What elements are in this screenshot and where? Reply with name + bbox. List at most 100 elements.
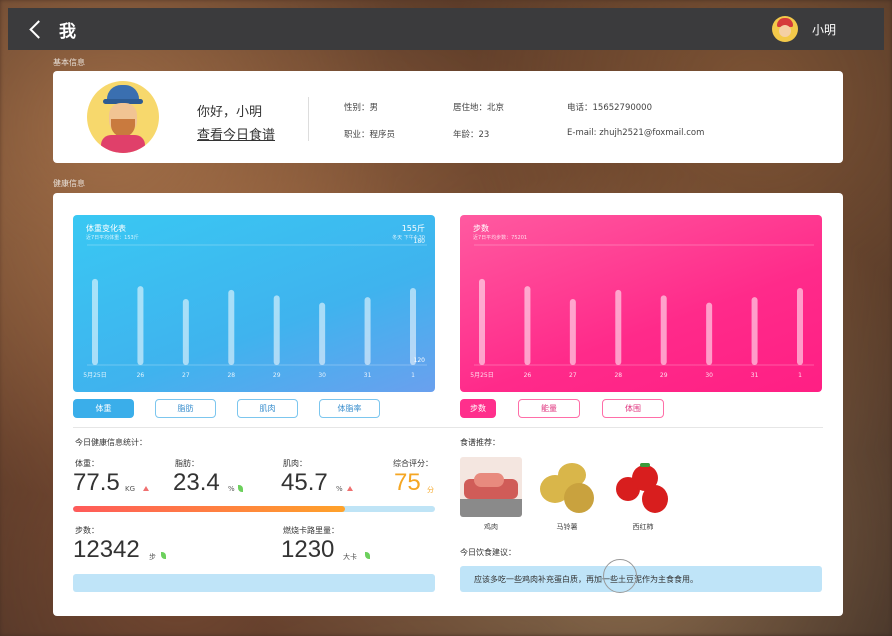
x-tick-label: 27	[182, 372, 190, 379]
username: 小明	[811, 22, 836, 37]
tab-energy[interactable]: 能量	[518, 399, 580, 418]
steps-chart: 步数 近7日平均步数：75201 5月25日 26 27 28 29 30 31 1	[460, 215, 822, 392]
weight-unit: KG	[125, 485, 136, 493]
calorie-label: 燃烧卡路里量：	[283, 526, 339, 535]
profile-card: 你好，小明 查看今日食谱 性别：男 职业：程序员 居住地：北京 年龄：23 电话…	[53, 71, 843, 163]
y-tick-label: 180	[414, 238, 426, 245]
x-tick-label: 1	[798, 372, 802, 379]
leaf-icon	[161, 552, 166, 559]
page-title: 我	[59, 21, 76, 42]
tab-muscle[interactable]: 肌肉	[237, 399, 298, 418]
food-item-chicken[interactable]: 鸡肉	[460, 457, 522, 532]
chart-bar	[615, 289, 622, 365]
tab-body-fat-rate[interactable]: 体脂率	[319, 399, 380, 418]
chart-bar	[137, 286, 144, 365]
tomato-image	[612, 457, 674, 517]
chart-bar	[569, 299, 576, 365]
section-label-basic: 基本信息	[53, 58, 85, 67]
phone: 电话：15652790000	[567, 103, 652, 113]
x-tick-label: 5月25日	[83, 372, 106, 379]
score-progress-bar	[73, 506, 435, 512]
recipe-heading: 食谱推荐：	[460, 438, 500, 447]
x-tick-label: 1	[411, 372, 415, 379]
x-tick-label: 29	[660, 372, 668, 379]
chart-bar	[92, 278, 98, 365]
tab-weight[interactable]: 体重	[73, 399, 134, 418]
avatar	[771, 16, 798, 42]
weight-value: 77.5	[73, 469, 120, 496]
calorie-value: 1230	[281, 536, 335, 563]
job: 职业：程序员	[344, 130, 396, 140]
food-item-potato[interactable]: 马铃薯	[536, 457, 598, 532]
cursor-indicator	[603, 559, 637, 593]
score-unit: 分	[427, 486, 434, 494]
x-tick-label: 31	[364, 372, 372, 379]
x-tick-label: 26	[137, 372, 145, 379]
weight-tabs: 体重 脂肪 肌肉 体脂率	[73, 399, 380, 418]
up-arrow-icon	[347, 486, 353, 491]
today-recipe-link[interactable]: 查看今日食谱	[197, 124, 275, 143]
chart-bar	[182, 299, 189, 365]
x-tick-label: 30	[318, 372, 326, 379]
muscle-unit: %	[336, 485, 343, 493]
stats-heading: 今日健康信息统计：	[75, 438, 147, 447]
tab-body-measure[interactable]: 体围	[602, 399, 664, 418]
steps-unit: 步	[149, 553, 156, 561]
residence: 居住地：北京	[453, 103, 505, 113]
user-menu[interactable]: 小明	[771, 16, 836, 42]
fat-value: 23.4	[173, 469, 220, 496]
chart-bar	[660, 295, 667, 365]
x-tick-label: 31	[751, 372, 759, 379]
advice-box: 应该多吃一些鸡肉补充蛋白质，再加一些土豆泥作为主食食用。	[460, 566, 822, 592]
tab-steps[interactable]: 步数	[460, 399, 496, 418]
fat-unit: %	[228, 485, 235, 493]
chart-bar	[410, 288, 416, 365]
chart-bar	[706, 302, 713, 365]
top-bar: 我 小明	[8, 8, 884, 50]
chicken-image	[460, 457, 522, 517]
x-tick-label: 26	[524, 372, 532, 379]
x-tick-label: 27	[569, 372, 577, 379]
calorie-unit: 大卡	[343, 553, 357, 561]
leaf-icon	[365, 552, 370, 559]
x-tick-label: 5月25日	[470, 372, 493, 379]
health-card: 体重变化表 近7日平均体重：153斤 155斤 冬天 下午4:30 5月25日 2…	[53, 193, 843, 616]
steps-tabs: 步数 能量 体围	[460, 399, 664, 418]
section-label-health: 健康信息	[53, 179, 85, 188]
muscle-label: 肌肉：	[283, 459, 307, 468]
steps-chart-plot: 5月25日 26 27 28 29 30 31 1	[470, 244, 814, 379]
y-tick-label: 120	[414, 357, 426, 364]
food-label: 马铃薯	[556, 523, 578, 531]
up-arrow-icon	[143, 486, 149, 491]
tab-fat[interactable]: 脂肪	[155, 399, 216, 418]
score-label: 综合评分：	[393, 459, 433, 468]
profile-avatar	[87, 81, 159, 153]
steps-value: 12342	[73, 536, 140, 563]
x-tick-label: 29	[273, 372, 281, 379]
chart-bar	[524, 286, 531, 365]
weight-label: 体重：	[75, 459, 99, 468]
food-label: 西红柿	[632, 523, 654, 531]
age: 年龄：23	[453, 130, 490, 140]
score-progress-fill	[73, 506, 345, 512]
chart-bar	[228, 289, 235, 365]
divider	[308, 97, 309, 141]
chart-bar	[751, 297, 758, 365]
food-label: 鸡肉	[484, 523, 498, 531]
info-bar	[73, 574, 435, 592]
divider	[73, 427, 823, 428]
steps-label: 步数：	[75, 526, 99, 535]
leaf-icon	[238, 485, 243, 492]
chart-bar	[273, 295, 280, 365]
gender: 性别：男	[344, 103, 379, 113]
back-arrow-icon[interactable]	[29, 19, 48, 39]
muscle-value: 45.7	[281, 469, 328, 496]
food-item-tomato[interactable]: 西红柿	[612, 457, 674, 532]
potato-image	[536, 457, 598, 517]
weight-chart: 体重变化表 近7日平均体重：153斤 155斤 冬天 下午4:30 5月25日 2…	[73, 215, 435, 392]
x-tick-label: 28	[227, 372, 235, 379]
weight-chart-plot: 5月25日 26 27 28 29 30 31 1 180 120	[83, 238, 427, 379]
advice-heading: 今日饮食建议：	[460, 548, 516, 557]
score-value: 75	[394, 469, 421, 496]
x-tick-label: 28	[614, 372, 622, 379]
